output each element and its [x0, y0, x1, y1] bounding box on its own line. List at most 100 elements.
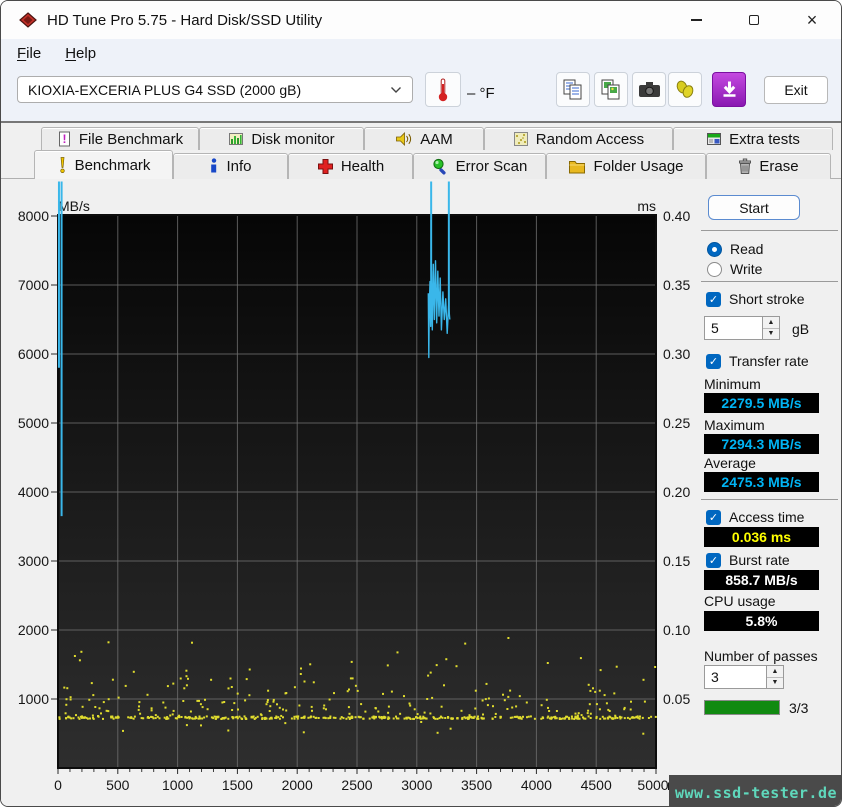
maximize-icon [749, 15, 759, 25]
access-time-checkbox[interactable]: ✓ Access time [706, 509, 804, 525]
transfer-rate-label: Transfer rate [729, 353, 809, 369]
close-button[interactable]: × [783, 1, 841, 39]
main-content: 800070006000500040003000200010000.400.35… [1, 121, 841, 806]
x-tick-label: 5000 [637, 777, 668, 793]
maximum-label: Maximum [704, 417, 765, 433]
radio-selected-icon [707, 242, 722, 257]
toolbar: KIOXIA-EXCERIA PLUS G4 SSD (2000 gB) – °… [1, 67, 841, 121]
tab-label: Folder Usage [593, 158, 683, 175]
start-button[interactable]: Start [708, 195, 800, 220]
watermark: www.ssd-tester.de [669, 775, 842, 807]
y-left-tick-label: 4000 [18, 484, 49, 500]
app-window: HD Tune Pro 5.75 - Hard Disk/SSD Utility… [0, 0, 842, 807]
transfer-rate-checkbox[interactable]: ✓ Transfer rate [706, 353, 809, 369]
screenshot-button[interactable] [632, 72, 666, 107]
camera-icon [638, 80, 661, 99]
disk-monitor-icon [228, 131, 244, 147]
tab-label: AAM [420, 131, 453, 148]
window-controls: × [667, 1, 841, 39]
y-left-tick-label: 1000 [18, 691, 49, 707]
maximize-button[interactable] [725, 1, 783, 39]
app-logo-icon [19, 12, 37, 28]
access-time-dots [58, 637, 656, 735]
checkbox-checked-icon: ✓ [706, 553, 721, 568]
average-value: 2475.3 MB/s [704, 472, 819, 492]
passes-stepper[interactable]: 3 ▲▼ [704, 665, 784, 689]
tab-random-access[interactable]: Random Access [484, 127, 673, 150]
tab-label: Health [341, 158, 384, 175]
tab-label: Random Access [536, 131, 644, 148]
tab-info[interactable]: Info [173, 153, 288, 179]
access-time-value: 0.036 ms [704, 527, 819, 547]
pass-progress-fraction: 3/3 [789, 700, 808, 716]
tab-file-benchmark[interactable]: !File Benchmark [41, 127, 199, 150]
tab-label: Benchmark [75, 157, 151, 174]
tab-label: Info [226, 158, 251, 175]
gloves-icon [674, 79, 696, 100]
x-tick-label: 4000 [521, 777, 552, 793]
checkbox-checked-icon: ✓ [706, 510, 721, 525]
passes-label: Number of passes [704, 648, 818, 664]
chevron-down-icon [390, 86, 402, 94]
drive-select-dropdown[interactable]: KIOXIA-EXCERIA PLUS G4 SSD (2000 gB) [17, 76, 413, 103]
stepper-up-icon[interactable]: ▲ [763, 317, 779, 329]
short-stroke-size-value: 5 [705, 317, 762, 339]
short-stroke-label: Short stroke [729, 291, 804, 307]
minimize-button[interactable] [667, 1, 725, 39]
tab-error-scan[interactable]: Error Scan [413, 153, 546, 179]
y-right-tick-label: 0.40 [663, 208, 690, 224]
short-stroke-unit: gB [792, 321, 809, 337]
benchmark-chart: 800070006000500040003000200010000.400.35… [1, 123, 701, 807]
short-stroke-checkbox[interactable]: ✓ Short stroke [706, 291, 804, 307]
short-stroke-size-stepper[interactable]: 5 ▲▼ [704, 316, 780, 340]
thermometer-icon [436, 77, 450, 103]
passes-value: 3 [705, 666, 766, 688]
access-time-label: Access time [729, 509, 804, 525]
health-hands-button[interactable] [668, 72, 702, 107]
save-button[interactable] [712, 72, 746, 107]
error-scan-icon [432, 158, 449, 175]
x-tick-label: 0 [54, 777, 62, 793]
y-left-tick-label: 6000 [18, 346, 49, 362]
menu-file[interactable]: File [17, 45, 41, 62]
write-radio[interactable]: Write [707, 261, 762, 277]
aam-icon [395, 131, 413, 147]
tab-aam[interactable]: AAM [364, 127, 484, 150]
y-right-tick-label: 0.05 [663, 691, 690, 707]
drive-select-value: KIOXIA-EXCERIA PLUS G4 SSD (2000 gB) [28, 82, 301, 98]
burst-rate-value: 858.7 MB/s [704, 570, 819, 590]
cpu-usage-label: CPU usage [704, 593, 776, 609]
radio-unselected-icon [707, 262, 722, 277]
x-tick-label: 1000 [162, 777, 193, 793]
exit-button[interactable]: Exit [764, 76, 828, 104]
minimize-icon [691, 19, 702, 21]
x-tick-label: 500 [106, 777, 130, 793]
y-left-axis-unit: MB/s [58, 198, 90, 214]
maximum-value: 7294.3 MB/s [704, 434, 819, 454]
tab-health[interactable]: Health [288, 153, 413, 179]
burst-rate-checkbox[interactable]: ✓ Burst rate [706, 552, 790, 568]
y-left-tick-label: 8000 [18, 208, 49, 224]
temperature-readout: – °F [467, 85, 495, 102]
minimum-label: Minimum [704, 376, 761, 392]
menu-help[interactable]: Help [65, 45, 96, 62]
y-left-tick-label: 2000 [18, 622, 49, 638]
temperature-button[interactable] [425, 72, 461, 107]
copy-text-button[interactable] [556, 72, 590, 107]
y-right-tick-label: 0.10 [663, 622, 690, 638]
tab-disk-monitor[interactable]: Disk monitor [199, 127, 364, 150]
transfer-rate-squiggle [428, 261, 450, 358]
average-label: Average [704, 455, 756, 471]
stepper-up-icon[interactable]: ▲ [767, 666, 783, 678]
read-radio[interactable]: Read [707, 241, 763, 257]
tab-label: Disk monitor [251, 131, 334, 148]
tab-folder-usage[interactable]: Folder Usage [546, 153, 706, 179]
copy-image-button[interactable] [594, 72, 628, 107]
tab-benchmark[interactable]: Benchmark [34, 150, 173, 179]
y-right-tick-label: 0.25 [663, 415, 690, 431]
copy-text-icon [562, 78, 584, 102]
info-icon [209, 158, 219, 175]
stepper-down-icon[interactable]: ▼ [763, 329, 779, 340]
stepper-down-icon[interactable]: ▼ [767, 678, 783, 689]
benchmark-icon [57, 156, 68, 174]
